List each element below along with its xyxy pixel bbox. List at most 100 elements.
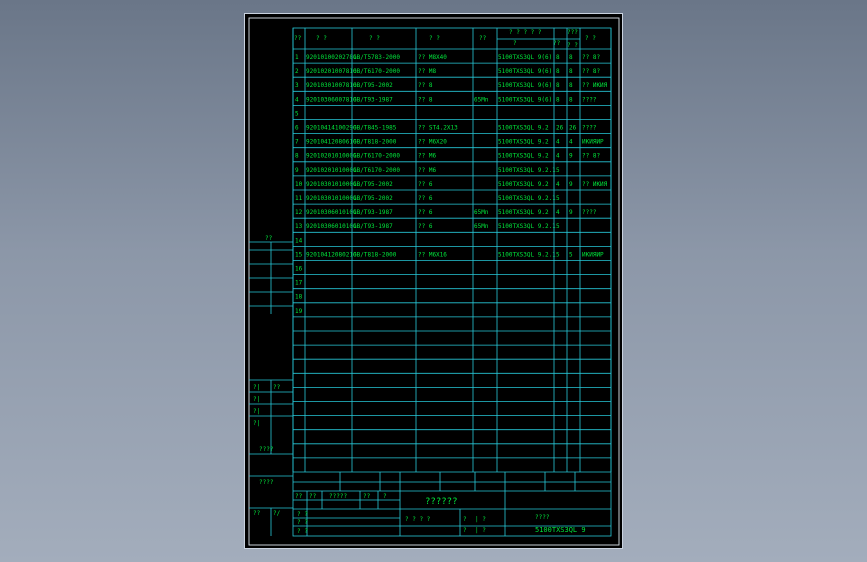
tb-h1: ?? bbox=[295, 493, 303, 500]
cell-note: ?? ИКИЯ bbox=[582, 181, 608, 188]
cell-spec: ?? 6 bbox=[418, 181, 433, 188]
cell-std: GB/T95-2002 bbox=[353, 82, 393, 89]
cell-q2: 5 bbox=[569, 251, 573, 258]
cell-no: 18 bbox=[295, 294, 303, 301]
cell-code: 92010414100290 bbox=[306, 125, 357, 132]
cell-note: ???? bbox=[582, 96, 597, 103]
cell-code: 92010201007810 bbox=[306, 68, 357, 75]
cell-std: GB/T93-1987 bbox=[353, 96, 393, 103]
cell-note: ?? 8? bbox=[582, 68, 600, 75]
cell-no: 7 bbox=[295, 139, 299, 146]
cell-part: 5100TXS3QL 9.2 bbox=[498, 139, 549, 146]
cell-code: 92010201010001 bbox=[306, 167, 357, 174]
table-columns bbox=[292, 28, 612, 472]
cell-part: 5100TXS3QL 9.2 bbox=[498, 209, 549, 216]
left-strip-top-label: ?? bbox=[265, 235, 273, 242]
cell-code: 92010412080210 bbox=[306, 251, 357, 258]
cell-no: 9 bbox=[295, 167, 299, 174]
cell-std: GB/T93-1987 bbox=[353, 209, 393, 216]
cell-std: GB/T6170-2000 bbox=[353, 153, 400, 160]
cell-q2: 8 bbox=[569, 82, 573, 89]
cell-no: 10 bbox=[295, 181, 303, 188]
header-remark: ? ? bbox=[585, 35, 596, 42]
cell-spec: ?? 6 bbox=[418, 209, 433, 216]
cell-code: 92010306010101 bbox=[306, 223, 357, 230]
header-group-sub: ? bbox=[513, 40, 517, 47]
cell-q1: 26 bbox=[556, 125, 564, 132]
header-name: ? ? bbox=[369, 35, 380, 42]
cell-std: GB/T5783-2000 bbox=[353, 54, 400, 61]
cell-std: GB/T6170-2000 bbox=[353, 167, 400, 174]
cell-q1: 4 bbox=[556, 153, 560, 160]
cell-no: 13 bbox=[295, 223, 303, 230]
cell-q1: 8 bbox=[556, 96, 560, 103]
cell-part: 5100TXS3QL 9.2.1 bbox=[498, 167, 556, 174]
cell-spec: ?? M8X40 bbox=[418, 54, 447, 61]
tb-sub4: ? bbox=[463, 527, 467, 534]
tb-sub2: ? bbox=[463, 516, 467, 523]
cell-q1: 4 bbox=[556, 209, 560, 216]
cell-std: GB/T845-1985 bbox=[353, 125, 397, 132]
cell-q1: 5 bbox=[556, 251, 560, 258]
cell-spec: ?? M6 bbox=[418, 167, 436, 174]
parts-rows: 1 92010100202781GB/T5783-2000 ?? M8X40 5100… bbox=[293, 54, 611, 459]
cell-note: ?? ИКИЯ bbox=[582, 82, 608, 89]
header-code: ? ? bbox=[316, 35, 327, 42]
cell-spec: ?? 8 bbox=[418, 82, 433, 89]
cell-no: 17 bbox=[295, 280, 303, 287]
cell-mat: 65Mn bbox=[474, 96, 489, 103]
tb-sub1: ? ? ? ? bbox=[405, 516, 431, 523]
cell-spec: ?? M8 bbox=[418, 68, 436, 75]
cell-no: 19 bbox=[295, 308, 303, 315]
inner-frame bbox=[248, 17, 620, 546]
header-spec: ? ? bbox=[429, 35, 440, 42]
cell-no: 4 bbox=[295, 96, 299, 103]
cell-part: 5100TXS3QL 9.2.1 bbox=[498, 223, 556, 230]
cell-part: 5100TXS3QL 9.2 bbox=[498, 125, 549, 132]
cell-part: 5100TXS3QL 9(6) bbox=[498, 68, 552, 75]
cell-q2: 8 bbox=[569, 54, 573, 61]
tb-h3: ????? bbox=[329, 493, 347, 500]
cell-part: 5100TXS3QL 9.2.1 bbox=[498, 251, 556, 258]
header-seq: ?? bbox=[294, 35, 302, 42]
tb-h5: ? bbox=[383, 493, 387, 500]
cell-std: GB/T93-1987 bbox=[353, 223, 393, 230]
tb-r1: ? ? bbox=[297, 511, 308, 518]
left-strip-boxes: ?| ?? ?| ?| ?|?????????? ?/ bbox=[249, 242, 293, 536]
cell-q2: 26 bbox=[569, 125, 577, 132]
left-code2: ???? bbox=[259, 479, 274, 486]
parts-list-drawing: ?? ?| ???|?|?|?????????? ?/ ?? ? ? ? ? ? ?… bbox=[248, 17, 620, 546]
cell-part: 5100TXS3QL 9(6) bbox=[498, 96, 552, 103]
left-sign-text: ?| bbox=[253, 396, 260, 403]
cell-spec: ?? M6X20 bbox=[418, 139, 447, 146]
cell-note: ?? 8? bbox=[582, 54, 600, 61]
tb-h4: ?? bbox=[363, 493, 371, 500]
header-unit-sub2: ? ? bbox=[567, 42, 578, 49]
left-sign-text: ?| bbox=[253, 408, 260, 415]
drawing-sheet: ?? ?|?? ?| ?| ?|?????????? ?/ ?? ? ? ? ? ? ?… bbox=[244, 13, 623, 549]
tb-center-title: ?????? bbox=[425, 497, 458, 507]
cell-no: 3 bbox=[295, 82, 299, 89]
cell-code: 92010306007810 bbox=[306, 96, 357, 103]
title-block: ?? ?? ????? ?? ? ? ? ? ? ? ? ?????? ? ? … bbox=[293, 471, 611, 536]
tb-r2: ? ? bbox=[297, 519, 308, 526]
cell-code: 92010306010101 bbox=[306, 209, 357, 216]
cell-code: 92010301007810 bbox=[306, 82, 357, 89]
cell-code: 92010201010001 bbox=[306, 153, 357, 160]
cell-no: 5 bbox=[295, 110, 299, 117]
cell-q1: 5 bbox=[556, 167, 560, 174]
cell-no: 8 bbox=[295, 153, 299, 160]
cell-no: 6 bbox=[295, 125, 299, 132]
left-sign-text: ?| bbox=[253, 420, 260, 427]
cell-std: GB/T6170-2000 bbox=[353, 68, 400, 75]
cell-mat: 65Mn bbox=[474, 223, 489, 230]
cell-q2: 9 bbox=[569, 181, 573, 188]
left-bottom-b: ?/ bbox=[273, 510, 281, 517]
header-qty: ?? bbox=[479, 35, 487, 42]
cell-spec: ?? M6X16 bbox=[418, 251, 447, 258]
cell-q2: 8 bbox=[569, 96, 573, 103]
tb-sub5: | ? bbox=[475, 527, 486, 534]
cell-note: ?? 8? bbox=[582, 153, 600, 160]
cell-note: ИКИЯИР bbox=[582, 139, 604, 146]
cell-note: ???? bbox=[582, 209, 597, 216]
